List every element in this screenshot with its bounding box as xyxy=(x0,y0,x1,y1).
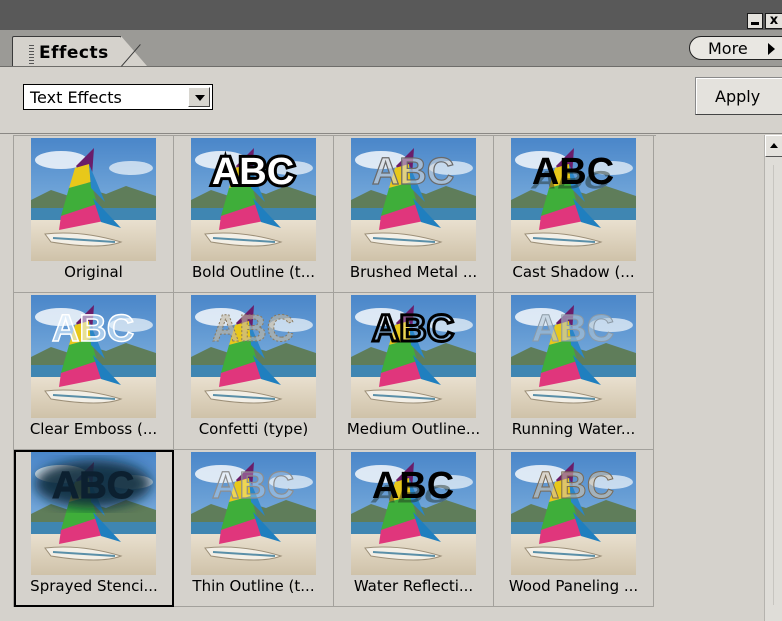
apply-button[interactable]: Apply xyxy=(695,77,782,115)
category-dropdown[interactable]: Text Effects xyxy=(23,84,213,110)
palette-title-bar[interactable]: x xyxy=(0,0,782,31)
effect-tile[interactable]: ABC ABC Water Reflecti... xyxy=(334,450,494,607)
category-value: Text Effects xyxy=(30,88,122,107)
close-icon[interactable]: x xyxy=(765,13,782,29)
tab-effects[interactable]: Effects xyxy=(12,36,147,66)
grip-icon[interactable] xyxy=(29,45,34,65)
effect-thumbnail: ABC xyxy=(511,295,636,418)
effect-tile[interactable]: ABC Clear Emboss (... xyxy=(14,293,174,450)
effect-label: Brushed Metal ... xyxy=(349,263,478,281)
effect-label: Water Reflecti... xyxy=(353,577,474,595)
effect-label: Sprayed Stenci... xyxy=(30,577,158,595)
effect-thumbnail xyxy=(31,138,156,261)
effect-thumbnail: ABC xyxy=(191,138,316,261)
divider xyxy=(0,133,782,134)
effect-tile[interactable]: Original xyxy=(14,136,174,293)
effect-tile[interactable]: ABC Confetti (type) xyxy=(174,293,334,450)
svg-text:ABC: ABC xyxy=(52,465,134,507)
effect-thumbnail: ABC xyxy=(191,295,316,418)
svg-text:ABC: ABC xyxy=(532,308,614,350)
effect-thumbnail: ABC ABC xyxy=(511,138,636,261)
svg-text:ABC: ABC xyxy=(212,308,294,350)
svg-text:ABC: ABC xyxy=(212,465,294,507)
effect-thumbnail: ABC ABC xyxy=(351,452,476,575)
effect-tile[interactable]: ABC Brushed Metal ... xyxy=(334,136,494,293)
effect-label: Confetti (type) xyxy=(198,420,309,438)
effect-thumbnail: ABC xyxy=(31,295,156,418)
more-button[interactable]: More xyxy=(689,36,782,60)
svg-text:ABC: ABC xyxy=(212,151,294,193)
effect-label: Clear Emboss (... xyxy=(29,420,158,438)
effect-tile[interactable]: ABC Bold Outline (t... xyxy=(174,136,334,293)
effect-tile[interactable]: ABC ABC Cast Shadow (... xyxy=(494,136,654,293)
effect-tile[interactable]: ABC Thin Outline (t... xyxy=(174,450,334,607)
tab-label: Effects xyxy=(39,43,109,63)
effect-thumbnail: ABC xyxy=(191,452,316,575)
effects-list: Original ABC Bold Outline (t... ABC Brushed … xyxy=(13,135,763,621)
effect-thumbnail: ABC xyxy=(351,138,476,261)
svg-text:ABC: ABC xyxy=(372,465,454,507)
vertical-scrollbar[interactable] xyxy=(764,135,782,621)
effect-thumbnail: ABC xyxy=(511,452,636,575)
effect-thumbnail: ABC xyxy=(31,452,156,575)
effect-tile[interactable]: ABC Sprayed Stenci... xyxy=(14,450,174,607)
svg-text:ABC: ABC xyxy=(372,308,454,350)
minimize-icon[interactable] xyxy=(747,13,763,29)
effect-thumbnail: ABC xyxy=(351,295,476,418)
apply-label: Apply xyxy=(715,87,761,106)
chevron-right-icon xyxy=(768,43,775,55)
dropdown-button[interactable] xyxy=(188,87,210,107)
chevron-down-icon xyxy=(195,95,205,101)
svg-text:ABC: ABC xyxy=(532,465,614,507)
effect-tile[interactable]: ABC Medium Outline... xyxy=(334,293,494,450)
effect-label: Medium Outline... xyxy=(346,420,481,438)
chevron-up-icon xyxy=(770,143,778,148)
more-label: More xyxy=(708,39,748,58)
scroll-up-button[interactable] xyxy=(765,135,782,157)
svg-text:ABC: ABC xyxy=(532,151,614,193)
effect-tile[interactable]: ABC Wood Paneling ... xyxy=(494,450,654,607)
effect-label: Cast Shadow (... xyxy=(512,263,635,281)
effect-label: Original xyxy=(64,263,123,281)
effect-label: Wood Paneling ... xyxy=(508,577,639,595)
tab-strip: Effects More xyxy=(0,30,782,67)
effect-label: Bold Outline (t... xyxy=(192,263,315,281)
svg-text:ABC: ABC xyxy=(372,151,454,193)
svg-text:ABC: ABC xyxy=(52,308,134,350)
effect-label: Running Water... xyxy=(511,420,636,438)
effects-grid: Original ABC Bold Outline (t... ABC Brushed … xyxy=(13,135,656,607)
effect-label: Thin Outline (t... xyxy=(192,577,315,595)
effect-tile[interactable]: ABC Running Water... xyxy=(494,293,654,450)
scrollbar-track[interactable] xyxy=(773,165,774,605)
